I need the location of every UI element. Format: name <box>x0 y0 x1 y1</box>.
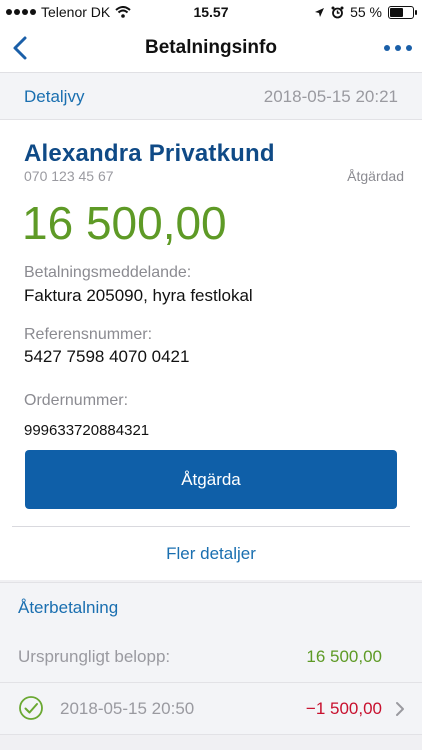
refund-amount: −1 500,00 <box>305 699 382 718</box>
payer-name: Alexandra Privatkund <box>24 140 275 167</box>
location-arrow-icon <box>315 7 325 17</box>
detail-view-label: Detaljvy <box>24 87 85 106</box>
original-amount-value: 16 500,00 <box>306 647 382 666</box>
original-amount-label: Ursprungligt belopp: <box>18 647 171 666</box>
detail-view-bar: Detaljvy 2018-05-15 20:21 <box>0 73 422 120</box>
refund-header: Återbetalning <box>0 582 422 632</box>
more-options-button[interactable] <box>384 45 412 51</box>
more-details-link[interactable]: Fler detaljer <box>0 544 422 564</box>
navigation-bar: Betalningsinfo <box>0 24 422 73</box>
payer-phone: 070 123 45 67 <box>24 168 114 184</box>
payment-status: Åtgärdad <box>347 168 404 184</box>
page-title: Betalningsinfo <box>145 37 277 58</box>
refund-header-label: Återbetalning <box>18 598 119 617</box>
payment-amount: 16 500,00 <box>22 197 227 249</box>
chevron-right-icon <box>396 702 404 716</box>
resolve-button[interactable]: Åtgärda <box>25 450 397 509</box>
check-circle-icon <box>19 696 43 720</box>
divider <box>12 526 410 527</box>
original-amount-row: Ursprungligt belopp: 16 500,00 <box>0 631 422 683</box>
alarm-icon <box>331 6 344 18</box>
more-dots-icon <box>384 45 390 51</box>
payment-card: Alexandra Privatkund 070 123 45 67 Åtgär… <box>0 120 422 580</box>
battery-percent: 55 % <box>350 4 382 20</box>
refund-row[interactable]: 2018-05-15 20:50 −1 500,00 <box>0 683 422 735</box>
reference-value: 5427 7598 4070 0421 <box>24 347 190 366</box>
status-bar-right: 55 % <box>314 4 417 20</box>
order-label: Ordernummer: <box>24 392 129 409</box>
order-value: 999633720884321 <box>24 422 150 439</box>
detail-timestamp: 2018-05-15 20:21 <box>263 87 398 106</box>
reference-label: Referensnummer: <box>24 326 153 343</box>
status-bar: Telenor DK 15.57 55 % <box>0 0 422 24</box>
message-value: Faktura 205090, hyra festlokal <box>24 286 253 305</box>
refund-date: 2018-05-15 20:50 <box>60 699 195 718</box>
battery-icon <box>388 5 417 19</box>
message-label: Betalningsmeddelande: <box>24 264 192 281</box>
